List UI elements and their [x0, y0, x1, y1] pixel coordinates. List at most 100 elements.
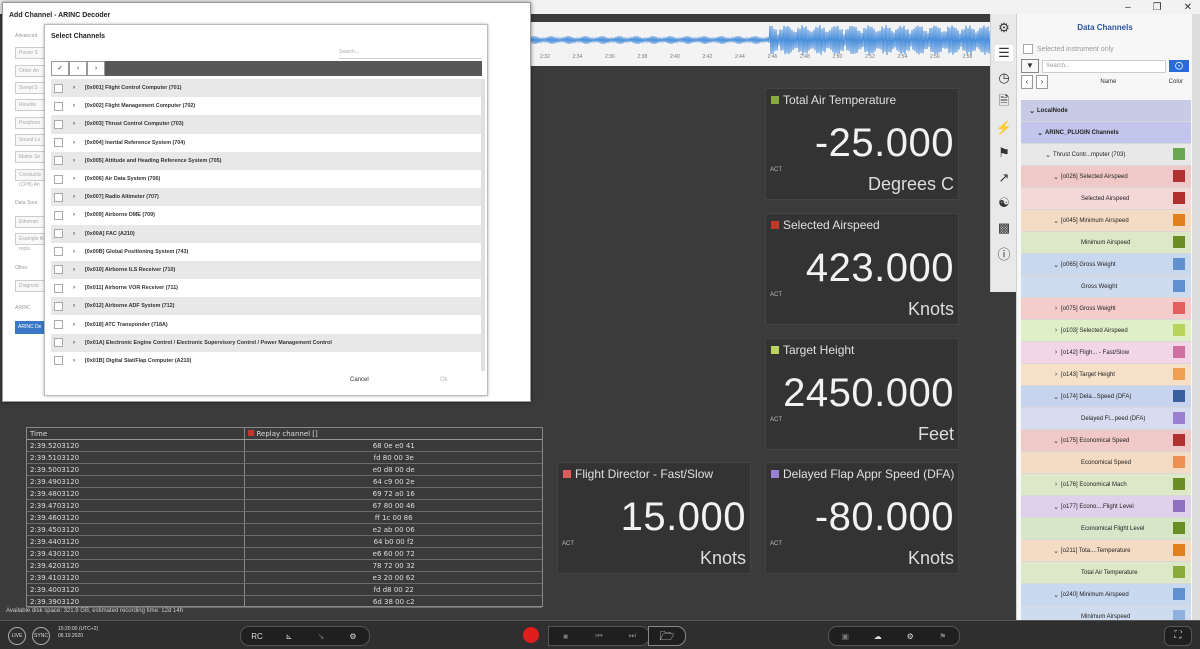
expand-icon[interactable]: ⌄	[1051, 393, 1061, 401]
select-search-input[interactable]: Search...	[339, 49, 481, 59]
marker-icon[interactable]: ⚑	[933, 632, 953, 641]
color-swatch[interactable]	[1173, 500, 1185, 512]
expand-icon[interactable]: ›	[1051, 327, 1061, 334]
cloud-settings-icon[interactable]: ☁	[868, 632, 888, 641]
expand-icon[interactable]: ›	[63, 212, 85, 218]
item-checkbox[interactable]	[54, 301, 63, 311]
color-swatch[interactable]	[1173, 368, 1185, 380]
expand-icon[interactable]: ⌄	[1027, 107, 1037, 115]
color-swatch[interactable]	[1173, 236, 1185, 248]
item-checkbox[interactable]	[54, 229, 63, 239]
channel-list-icon[interactable]: ☰	[995, 45, 1013, 61]
item-checkbox[interactable]	[54, 338, 63, 348]
table-row[interactable]: 2:39.4103120 e3 20 00 62	[27, 571, 542, 584]
panel-scrollbar[interactable]	[1192, 14, 1200, 620]
selected-only-checkbox[interactable]	[1023, 44, 1033, 54]
expand-icon[interactable]: ⌄	[1051, 217, 1061, 225]
color-swatch[interactable]	[1173, 588, 1185, 600]
channel-list-item[interactable]: › [0x012] Airborne ADF System (712)	[51, 297, 481, 316]
channel-list-item[interactable]: › [0x004] Inertial Reference System (704)	[51, 134, 481, 152]
expand-icon[interactable]: ›	[63, 194, 85, 200]
tree-item[interactable]: Minimum Airspeed	[1021, 232, 1191, 254]
tree-item[interactable]: ⌄ [o026] Selected Airspeed	[1021, 166, 1191, 188]
table-row[interactable]: 2:39.4403120 64 b0 00 f2	[27, 535, 542, 548]
color-swatch[interactable]	[1173, 456, 1185, 468]
cancel-button[interactable]: Cancel	[350, 377, 369, 383]
color-swatch[interactable]	[1173, 522, 1185, 534]
tree-item[interactable]: ⌄ [o065] Gross Weight	[1021, 254, 1191, 276]
table-row[interactable]: 2:39.4503120 e2 ab 00 06	[27, 523, 542, 536]
expand-icon[interactable]: ›	[63, 303, 85, 309]
channel-list-item[interactable]: › [0x003] Thrust Control Computer (703)	[51, 115, 481, 134]
channel-list-item[interactable]: › [0x018] ATC Transponder (718A)	[51, 315, 481, 333]
expand-icon[interactable]: ⌄	[1051, 173, 1061, 181]
color-swatch[interactable]	[1173, 412, 1185, 424]
live-button[interactable]: LIVE	[8, 627, 26, 645]
sync-button[interactable]: SYNC	[32, 627, 50, 645]
filter-icon[interactable]: ▼	[1021, 59, 1039, 73]
value-card[interactable]: Flight Director - Fast/Slow 15.000 ACT Knot…	[557, 462, 751, 574]
expand-icon[interactable]: ›	[63, 176, 85, 182]
color-swatch[interactable]	[1173, 610, 1185, 620]
export-icon[interactable]: ↗	[995, 170, 1013, 186]
item-checkbox[interactable]	[54, 283, 63, 293]
tree-item[interactable]: › [o176] Economical Mach	[1021, 474, 1191, 496]
color-swatch[interactable]	[1173, 544, 1185, 556]
channel-list-item[interactable]: › [0x010] Airborne ILS Receiver (710)	[51, 260, 481, 280]
channel-list-item[interactable]: › [0x009] Airborne DME (709)	[51, 206, 481, 224]
color-swatch[interactable]	[1173, 170, 1185, 182]
channel-list-item[interactable]: › [0x00A] FAC (A210)	[51, 224, 481, 243]
table-row[interactable]: 2:39.4003120 fd d8 00 22	[27, 583, 542, 596]
gauge-icon[interactable]: ◷	[995, 70, 1013, 86]
column-color[interactable]: Color	[1169, 79, 1183, 85]
item-checkbox[interactable]	[54, 174, 63, 184]
expand-icon[interactable]: ›	[1051, 371, 1061, 378]
expand-icon[interactable]: ⌄	[1051, 591, 1061, 599]
tree-item[interactable]: ⌄ LocalNode	[1021, 100, 1191, 122]
minimize-icon[interactable]: –	[1125, 2, 1131, 13]
add-channel-icon[interactable]: ⨀	[1169, 60, 1189, 72]
color-swatch[interactable]	[1173, 434, 1185, 446]
tree-item[interactable]: Economical Flight Level	[1021, 518, 1191, 540]
info-icon[interactable]: ⓘ	[995, 245, 1013, 262]
tree-item[interactable]: Selected Airspeed	[1021, 188, 1191, 210]
tree-item[interactable]: Gross Weight	[1021, 276, 1191, 298]
expand-icon[interactable]: ›	[63, 358, 85, 364]
tree-item[interactable]: Economical Speed	[1021, 452, 1191, 474]
tree-item[interactable]: ⌄ [o211] Tota....Temperature	[1021, 540, 1191, 562]
expand-icon[interactable]: ›	[63, 85, 85, 91]
col-replay[interactable]: Replay channel []	[244, 428, 542, 440]
tree-item[interactable]: Minimum Airspeed	[1021, 606, 1191, 620]
ok-button[interactable]: Ok	[440, 377, 448, 383]
color-swatch[interactable]	[1173, 302, 1185, 314]
item-checkbox[interactable]	[54, 356, 63, 366]
lightning-icon[interactable]: ⚡	[995, 120, 1013, 136]
channel-list-item[interactable]: › [0x01B] Digital Slat/Flap Computer (A21…	[51, 352, 481, 370]
value-card[interactable]: Target Height 2450.000 ACT Feet	[765, 338, 959, 450]
tree-item[interactable]: › [o143] Target Height	[1021, 364, 1191, 386]
tree-item[interactable]: ⌄ [o174] Dela...Speed (DFA)	[1021, 386, 1191, 408]
prev-icon[interactable]: ‹	[69, 61, 87, 76]
expand-icon[interactable]: ›	[63, 249, 85, 255]
value-card[interactable]: Delayed Flap Appr Speed (DFA) -80.000 ACT K…	[765, 462, 959, 574]
expand-icon[interactable]: ›	[63, 121, 85, 127]
color-swatch[interactable]	[1173, 346, 1185, 358]
select-all-icon[interactable]: ✓	[51, 61, 69, 76]
table-row[interactable]: 2:39.4303120 e6 60 00 72	[27, 547, 542, 560]
recording-overview[interactable]: 2:32 2:34 2:36 2:38 2:40 2:42 2:44 2:46 2:48 2:50…	[530, 22, 990, 66]
maximize-icon[interactable]: ❐	[1153, 2, 1162, 13]
expand-icon[interactable]: ›	[63, 103, 85, 109]
expand-icon[interactable]: ›	[63, 231, 85, 237]
item-checkbox[interactable]	[54, 192, 63, 202]
item-checkbox[interactable]	[54, 247, 63, 257]
table-row[interactable]: 2:39.4703120 67 80 00 46	[27, 499, 542, 512]
channel-list-item[interactable]: › [0x002] Flight Management Computer (702…	[51, 97, 481, 115]
color-swatch[interactable]	[1173, 192, 1185, 204]
table-row[interactable]: 2:39.5203120 68 0e e0 41	[27, 439, 542, 452]
gear-icon[interactable]: ⚙	[995, 20, 1013, 36]
channel-list-item[interactable]: › [0x006] Air Data System (706)	[51, 170, 481, 188]
tree-item[interactable]: ⌄ Thrust Contr...mputer (703)	[1021, 144, 1191, 166]
color-swatch[interactable]	[1173, 214, 1185, 226]
channel-list-item[interactable]: › [0x005] Attitude and Heading Reference …	[51, 151, 481, 170]
color-swatch[interactable]	[1173, 148, 1185, 160]
